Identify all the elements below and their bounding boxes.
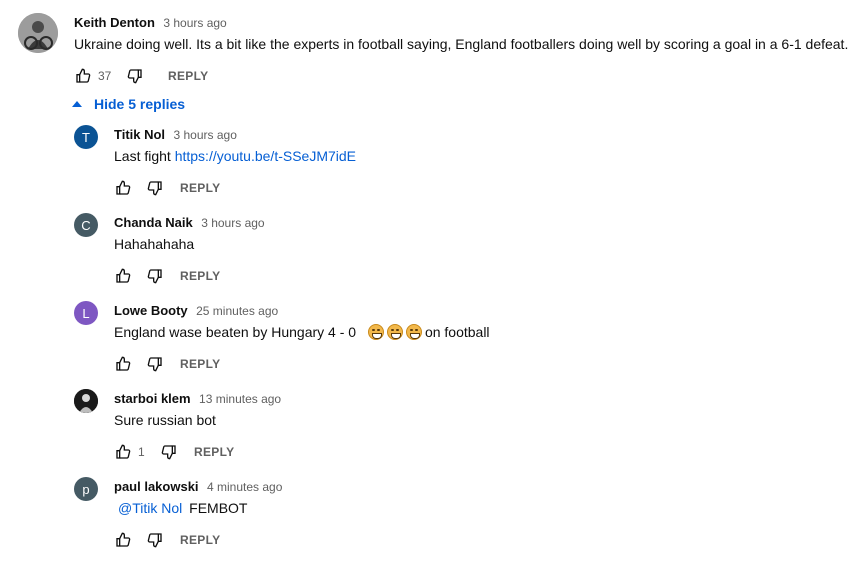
comment-actions: REPLY (114, 530, 220, 550)
thumbs-down-icon[interactable] (146, 267, 164, 285)
thumbs-up-icon[interactable] (114, 355, 132, 373)
avatar-letter: T (82, 129, 90, 145)
thumbs-up-icon[interactable] (114, 267, 132, 285)
author-name[interactable]: Keith Denton (74, 15, 155, 30)
reply-button[interactable]: REPLY (168, 69, 208, 83)
comment-text: Hahahahaha (114, 236, 195, 252)
avatar[interactable]: L (74, 301, 98, 325)
comment-header: Lowe Booty 25 minutes ago (114, 302, 278, 320)
comment-header: Keith Denton 3 hours ago (74, 14, 227, 32)
comment-actions: 37 REPLY (74, 66, 208, 86)
comment-actions: REPLY (114, 266, 220, 286)
grinning-squinting-face-emoji-icon (405, 324, 422, 340)
avatar[interactable] (74, 389, 98, 413)
comment-text: @Titik Nol FEMBOT (118, 500, 248, 516)
user-photo-icon (74, 389, 98, 413)
comment-header: Chanda Naik 3 hours ago (114, 214, 265, 232)
comment-actions: REPLY (114, 178, 220, 198)
thumbs-up-icon[interactable] (114, 179, 132, 197)
grinning-squinting-face-emoji-icon (367, 324, 384, 340)
comment-text: Last fight https://youtu.be/t-SSeJM7idE (114, 148, 356, 164)
caret-up-icon (72, 101, 82, 107)
thumbs-down-icon[interactable] (146, 179, 164, 197)
comment-text: Ukraine doing well. Its a bit like the e… (74, 36, 849, 52)
thumbs-down-icon[interactable] (146, 355, 164, 373)
mention-link[interactable]: @Titik Nol (118, 500, 182, 516)
comment-actions: 1 REPLY (114, 442, 234, 462)
avatar[interactable] (18, 13, 58, 53)
author-name[interactable]: starboi klem (114, 391, 191, 406)
comment-header: starboi klem 13 minutes ago (114, 390, 281, 408)
thumbs-up-icon[interactable] (114, 443, 132, 461)
user-photo-icon (18, 13, 58, 53)
thumbs-down-icon[interactable] (146, 531, 164, 549)
author-name[interactable]: Chanda Naik (114, 215, 193, 230)
grinning-squinting-face-emoji-icon (386, 324, 403, 340)
avatar-letter: p (82, 481, 90, 497)
timestamp[interactable]: 3 hours ago (201, 216, 264, 230)
reply-button[interactable]: REPLY (180, 533, 220, 547)
comment-header: paul lakowski 4 minutes ago (114, 478, 282, 496)
reply-button[interactable]: REPLY (180, 181, 220, 195)
comment-header: Titik Nol 3 hours ago (114, 126, 237, 144)
comment-text: Sure russian bot (114, 412, 216, 428)
avatar[interactable]: C (74, 213, 98, 237)
comment-text-tail: on football (424, 324, 490, 340)
reply-button[interactable]: REPLY (180, 269, 220, 283)
avatar-letter: C (81, 217, 91, 233)
video-link[interactable]: https://youtu.be/t-SSeJM7idE (175, 148, 356, 164)
reply-button[interactable]: REPLY (180, 357, 220, 371)
comment-text: England wase beaten by Hungary 4 - 0 on … (114, 324, 490, 340)
comment-text-body: Last fight (114, 148, 175, 164)
avatar-letter: L (82, 305, 90, 321)
timestamp[interactable]: 25 minutes ago (196, 304, 278, 318)
author-name[interactable]: Titik Nol (114, 127, 165, 142)
comment-text-body: England wase beaten by Hungary 4 - 0 (114, 324, 357, 340)
hide-replies-button[interactable]: Hide 5 replies (72, 96, 185, 112)
thumbs-down-icon[interactable] (160, 443, 178, 461)
thumbs-down-icon[interactable] (126, 67, 144, 85)
like-count: 1 (138, 445, 145, 459)
hide-replies-label: Hide 5 replies (94, 96, 186, 112)
comment-text-body: FEMBOT (189, 500, 248, 516)
reply-button[interactable]: REPLY (194, 445, 234, 459)
thumbs-up-icon[interactable] (114, 531, 132, 549)
avatar[interactable]: p (74, 477, 98, 501)
comment-actions: REPLY (114, 354, 220, 374)
thumbs-up-icon[interactable] (74, 67, 92, 85)
author-name[interactable]: paul lakowski (114, 479, 199, 494)
timestamp[interactable]: 3 hours ago (163, 16, 226, 30)
timestamp[interactable]: 3 hours ago (174, 128, 237, 142)
timestamp[interactable]: 4 minutes ago (207, 480, 282, 494)
like-count: 37 (98, 69, 112, 83)
avatar[interactable]: T (74, 125, 98, 149)
timestamp[interactable]: 13 minutes ago (199, 392, 281, 406)
author-name[interactable]: Lowe Booty (114, 303, 188, 318)
